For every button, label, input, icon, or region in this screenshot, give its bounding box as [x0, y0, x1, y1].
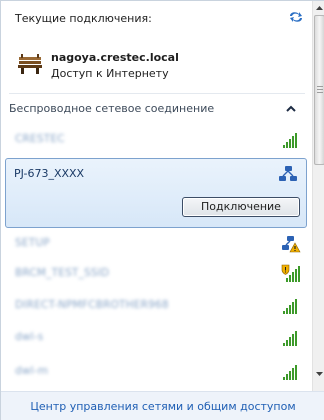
- network-label: dwl-s: [15, 331, 44, 343]
- connect-button[interactable]: Подключение: [182, 197, 300, 217]
- network-item-setup[interactable]: SETUP: [5, 229, 307, 259]
- signal-warning-icon: [281, 264, 300, 282]
- footer-bar: Центр управления сетями и общим доступом: [1, 391, 324, 420]
- section-divider: [9, 93, 305, 94]
- network-flyout: Текущие подключения: nagoya.crestec.loca…: [0, 0, 324, 420]
- current-connections: Текущие подключения: nagoya.crestec.loca…: [1, 1, 312, 93]
- network-label: PJ-673_XXXX: [14, 167, 85, 180]
- network-item-brcm[interactable]: BRCM_TEST_SSID: [5, 259, 307, 289]
- network-item-dwl-m[interactable]: dwl-m: [5, 357, 307, 387]
- refresh-arrows-icon[interactable]: [287, 9, 305, 25]
- network-label: BRCM_TEST_SSID: [15, 267, 110, 279]
- adhoc-warning-icon: [282, 236, 301, 253]
- scrollbar-thumb[interactable]: [314, 15, 324, 165]
- bench-network-icon: [18, 54, 42, 74]
- network-center-link[interactable]: Центр управления сетями и общим доступом: [1, 400, 324, 413]
- signal-strength-icon: [283, 133, 297, 148]
- vertical-scrollbar[interactable]: [312, 1, 324, 391]
- thumb-grip: [317, 86, 323, 93]
- wireless-section-header[interactable]: Беспроводное сетевое соединение: [1, 96, 312, 120]
- network-item-direct[interactable]: DIRECT-NPMFCBROTHER968: [5, 291, 307, 321]
- scroll-down-arrow-icon[interactable]: [313, 367, 324, 381]
- network-item-dwl-s[interactable]: dwl-s: [5, 323, 307, 353]
- signal-strength-icon: [283, 365, 297, 380]
- scroll-up-arrow-icon[interactable]: [313, 1, 324, 15]
- network-label: CRESTEC: [15, 133, 65, 145]
- network-label: SETUP: [15, 237, 50, 249]
- chevron-up-icon[interactable]: [285, 104, 297, 114]
- network-label: DIRECT-NPMFCBROTHER968: [15, 299, 169, 311]
- signal-strength-icon: [283, 299, 297, 314]
- network-item-crestec[interactable]: CRESTEC: [5, 125, 307, 155]
- network-label: dwl-m: [15, 365, 49, 377]
- current-connections-title: Текущие подключения:: [15, 12, 152, 25]
- wireless-section-title: Беспроводное сетевое соединение: [9, 102, 215, 115]
- signal-strength-icon: [283, 331, 297, 346]
- adhoc-network-icon: [279, 166, 297, 181]
- current-network-name: nagoya.crestec.local: [51, 51, 179, 64]
- current-network-status: Доступ к Интернету: [51, 67, 169, 80]
- network-item-selected[interactable]: PJ-673_XXXX Подключение: [5, 158, 307, 228]
